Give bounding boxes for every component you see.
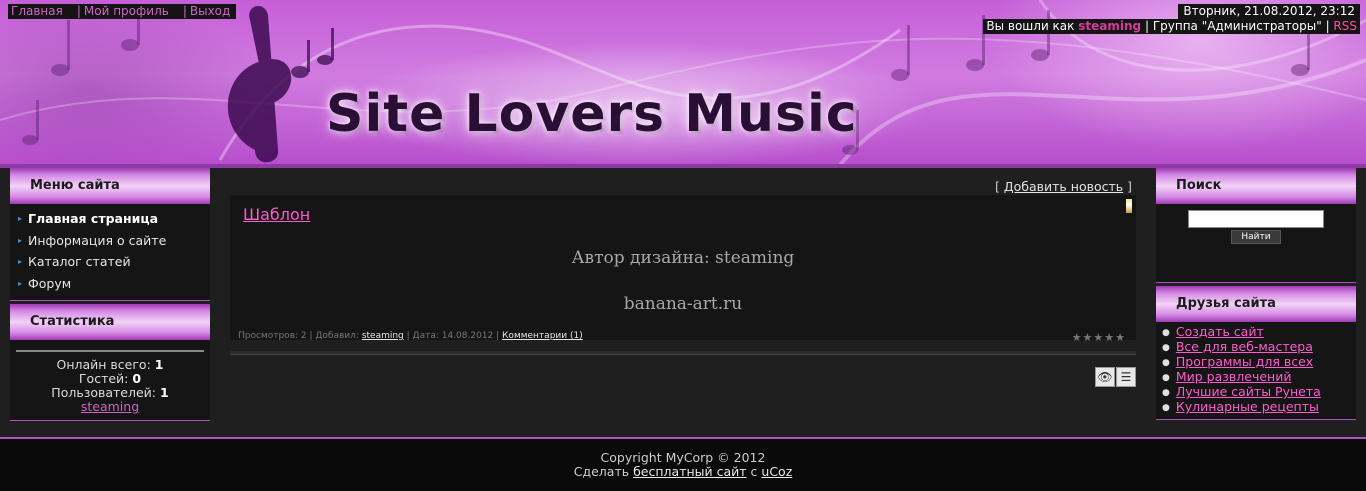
footer-copyright: Copyright MyCorp © 2012 [600, 450, 766, 465]
menu-block-title: Меню сайта [10, 168, 210, 204]
entry-views: Просмотров: 2 [238, 331, 307, 341]
stats-block-title: Статистика [10, 304, 210, 340]
friend-link[interactable]: Программы для всех [1176, 354, 1313, 369]
block-divider [10, 420, 210, 424]
add-news-link[interactable]: Добавить новость [1004, 179, 1123, 194]
view-icon[interactable]: 👁 [1095, 367, 1115, 387]
site-footer: Copyright MyCorp © 2012 Сделать бесплатн… [0, 437, 1366, 491]
right-sidebar: Поиск Найти Друзья сайта ● Создать сайт ●… [1156, 168, 1356, 423]
menu-item-about[interactable]: ▸ Информация о сайте [10, 230, 210, 252]
rss-link[interactable]: RSS [1333, 19, 1357, 33]
site-header: Главная | Мой профиль | Выход Вторник, 21.08… [0, 0, 1366, 168]
site-title: Site Lovers Music [326, 84, 858, 144]
login-status: Вы вошли как steaming | Группа "Админист… [983, 19, 1360, 34]
menu-item-label: Форум [28, 275, 72, 291]
stats-users-label: Пользователей: [51, 385, 157, 400]
free-site-link[interactable]: бесплатный сайт [633, 464, 746, 479]
friend-item: ● Программы для всех [1162, 355, 1356, 370]
friends-block-title: Друзья сайта [1156, 286, 1356, 322]
treble-clef-logo [227, 5, 292, 163]
bullet-icon: ▸ [18, 235, 23, 245]
username-link[interactable]: steaming [1078, 19, 1141, 33]
friends-block: ● Создать сайт ● Все для веб-мастера ● Прог… [1156, 322, 1356, 419]
stats-user-link[interactable]: steaming [81, 399, 139, 414]
user-group: Группа "Администраторы" [1152, 19, 1322, 33]
friend-item: ● Кулинарные рецепты [1162, 400, 1356, 415]
stats-guests-label: Гостей: [78, 371, 129, 386]
add-news-bar: [ Добавить новость ] [995, 179, 1132, 194]
bullet-icon: ▸ [18, 278, 23, 288]
bullet-icon: ● [1162, 343, 1170, 353]
bullet-icon: ● [1162, 373, 1170, 383]
stats-online: Онлайн всего: 1 [16, 358, 204, 372]
friend-item: ● Мир развлечений [1162, 370, 1356, 385]
stats-guests-value: 0 [132, 371, 142, 386]
login-prefix: Вы вошли как [986, 19, 1075, 33]
menu-item-articles[interactable]: ▸ Каталог статей [10, 251, 210, 273]
bullet-icon: ● [1162, 358, 1170, 368]
bullet-icon: ● [1162, 388, 1170, 398]
print-icon[interactable]: ☰ [1116, 367, 1136, 387]
nav-separator: | [182, 4, 187, 18]
rating-stars[interactable]: ★★★★★ [1072, 331, 1126, 344]
friend-link[interactable]: Мир развлечений [1176, 369, 1292, 384]
entry-title-link[interactable]: Шаблон [243, 205, 310, 224]
entry-author-text: Автор дизайна: steaming [571, 248, 795, 268]
entry-meta: Просмотров: 2 | Добавил: steaming | Дата… [238, 331, 583, 341]
friend-item: ● Лучшие сайты Рунета [1162, 385, 1356, 400]
friend-link[interactable]: Создать сайт [1176, 324, 1264, 339]
nav-separator: | [76, 4, 81, 18]
main-content: [ Добавить новость ] Шаблон Автор дизайн… [230, 168, 1136, 387]
block-divider [1156, 419, 1356, 423]
menu-item-label: Информация о сайте [28, 232, 167, 248]
stats-users-value: 1 [160, 385, 169, 400]
menu-item-label: Главная страница [28, 211, 159, 226]
menu-item-label: Каталог статей [28, 254, 131, 269]
nav-home-link[interactable]: Главная [11, 4, 63, 18]
menu-block: ▸ Главная страница ▸ Информация о сайте ▸ К… [10, 204, 210, 300]
menu-item-forum[interactable]: ▸ Форум [10, 273, 210, 295]
stats-guests: Гостей: 0 [16, 372, 204, 386]
stats-block: Онлайн всего: 1 Гостей: 0 Пользователей:… [10, 340, 210, 420]
nav-profile-link[interactable]: Мой профиль [84, 4, 169, 18]
ucoz-link[interactable]: uCoz [761, 464, 792, 479]
friend-item: ● Все для веб-мастера [1162, 340, 1356, 355]
entry-date: Дата: 14.08.2012 [412, 331, 494, 341]
search-block: Найти [1156, 204, 1356, 282]
friend-link[interactable]: Лучшие сайты Рунета [1176, 384, 1321, 399]
search-input[interactable] [1188, 210, 1324, 228]
footer-credit: Сделать бесплатный сайт с uCoz [0, 465, 1366, 479]
footer-credit-prefix: Сделать [573, 464, 630, 479]
stats-users: Пользователей: 1 [16, 386, 204, 400]
stats-online-label: Онлайн всего: [56, 357, 151, 372]
bullet-icon: ▸ [18, 214, 23, 223]
footer-credit-with: с [750, 464, 758, 479]
friends-list: ● Создать сайт ● Все для веб-мастера ● Прог… [1156, 322, 1356, 419]
friend-link[interactable]: Все для веб-мастера [1176, 339, 1313, 354]
entry-author-link[interactable]: steaming [362, 331, 404, 341]
entry-site-text: banana-art.ru [623, 294, 743, 314]
left-sidebar: Меню сайта ▸ Главная страница ▸ Информация… [10, 168, 210, 424]
current-date: Вторник, 21.08.2012, 23:12 [1178, 4, 1360, 19]
stats-online-value: 1 [154, 357, 164, 372]
site-menu: ▸ Главная страница ▸ Информация о сайте ▸ К… [10, 204, 210, 300]
entry-tools: 👁 ☰ [1094, 367, 1136, 387]
separator: | [1144, 19, 1153, 33]
bullet-icon: ● [1162, 403, 1170, 413]
entry-comments-link[interactable]: Комментарии (1) [502, 331, 583, 341]
bullet-icon: ● [1162, 328, 1170, 338]
menu-item-home[interactable]: ▸ Главная страница [10, 208, 210, 230]
search-button[interactable]: Найти [1231, 230, 1281, 244]
bullet-icon: ▸ [18, 257, 23, 266]
stats-divider [16, 350, 204, 352]
pin-icon [1126, 199, 1132, 213]
friend-item: ● Создать сайт [1162, 325, 1356, 340]
top-nav: Главная | Мой профиль | Выход [8, 4, 237, 19]
friend-link[interactable]: Кулинарные рецепты [1176, 399, 1319, 414]
search-block-title: Поиск [1156, 168, 1356, 204]
entry-added-label: Добавил: [315, 331, 359, 341]
nav-logout-link[interactable]: Выход [190, 4, 230, 18]
entry-divider [230, 351, 1136, 355]
